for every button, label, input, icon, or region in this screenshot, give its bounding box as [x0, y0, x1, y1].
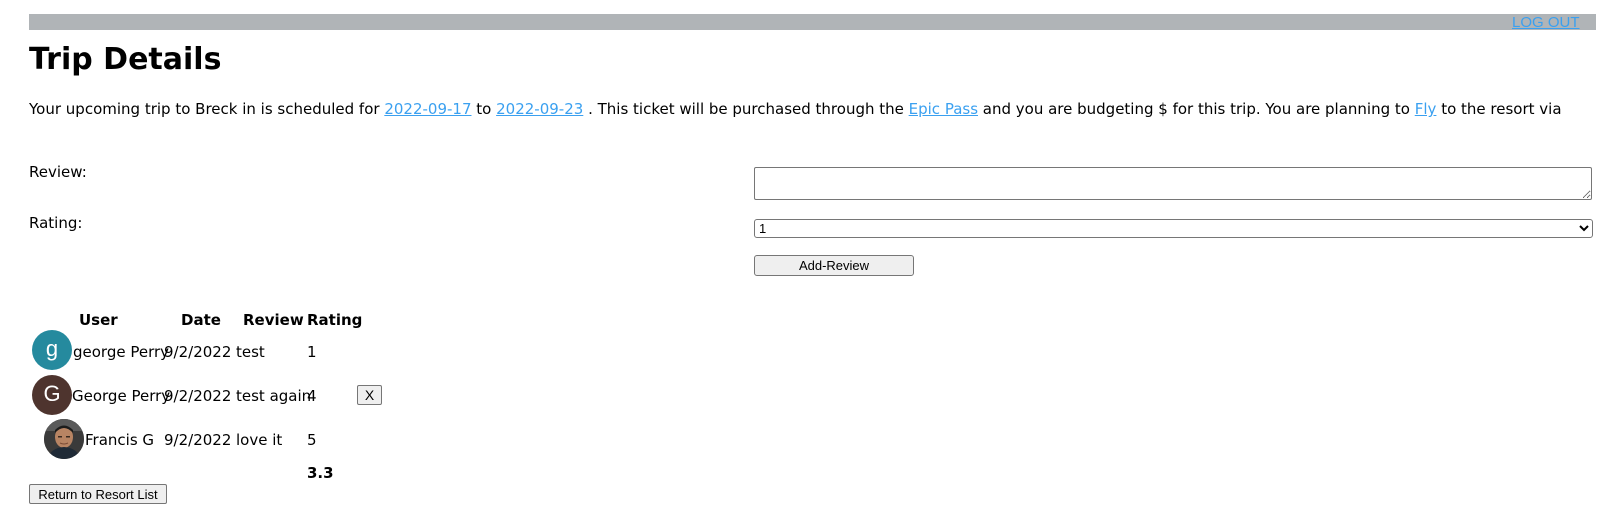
user-photo-icon-graphic: [44, 419, 84, 459]
start-date-link[interactable]: 2022-09-17: [384, 100, 471, 118]
trip-summary: Your upcoming trip to Breck in is schedu…: [29, 100, 1562, 118]
review-date: 9/2/2022: [164, 431, 232, 449]
review-text: test: [236, 343, 265, 361]
review-column-header: Review: [243, 311, 304, 329]
avatar: G: [32, 375, 72, 415]
user-photo-icon: [44, 419, 84, 459]
intro-text-4: and you are budgeting $ for this trip. Y…: [978, 100, 1415, 118]
review-date: 9/2/2022: [164, 343, 232, 361]
review-user: George Perry: [72, 387, 171, 405]
pass-link[interactable]: Epic Pass: [909, 100, 978, 118]
intro-text-5: to the resort via: [1436, 100, 1562, 118]
review-rating: 1: [307, 343, 317, 361]
review-text: test again: [236, 387, 312, 405]
review-user: Francis G: [85, 431, 155, 449]
review-date: 9/2/2022: [164, 387, 232, 405]
avatar: g: [32, 330, 72, 370]
review-rating: 5: [307, 431, 317, 449]
top-bar: [29, 14, 1596, 30]
review-text: love it: [236, 431, 283, 449]
review-user: george Perry: [73, 343, 170, 361]
intro-text-2: to: [471, 100, 497, 118]
review-label: Review:: [29, 163, 87, 181]
review-rating: 4: [307, 387, 317, 405]
travel-link[interactable]: Fly: [1415, 100, 1437, 118]
intro-text-1: Your upcoming trip to Breck in is schedu…: [29, 100, 385, 118]
rating-label: Rating:: [29, 214, 83, 232]
end-date-link[interactable]: 2022-09-23: [496, 100, 583, 118]
return-to-resort-list-button[interactable]: Return to Resort List: [29, 484, 167, 504]
rating-column-header: Rating: [307, 311, 363, 329]
logout-link[interactable]: LOG OUT: [1512, 14, 1580, 31]
date-column-header: Date: [181, 311, 221, 329]
delete-review-button[interactable]: X: [357, 385, 382, 405]
average-rating: 3.3: [307, 464, 334, 482]
page-title: Trip Details: [29, 42, 222, 77]
rating-select[interactable]: 1: [754, 219, 1593, 238]
user-column-header: User: [79, 311, 118, 329]
intro-text-3: . This ticket will be purchased through …: [583, 100, 909, 118]
review-input[interactable]: [754, 167, 1592, 200]
add-review-button[interactable]: Add-Review: [754, 255, 914, 276]
